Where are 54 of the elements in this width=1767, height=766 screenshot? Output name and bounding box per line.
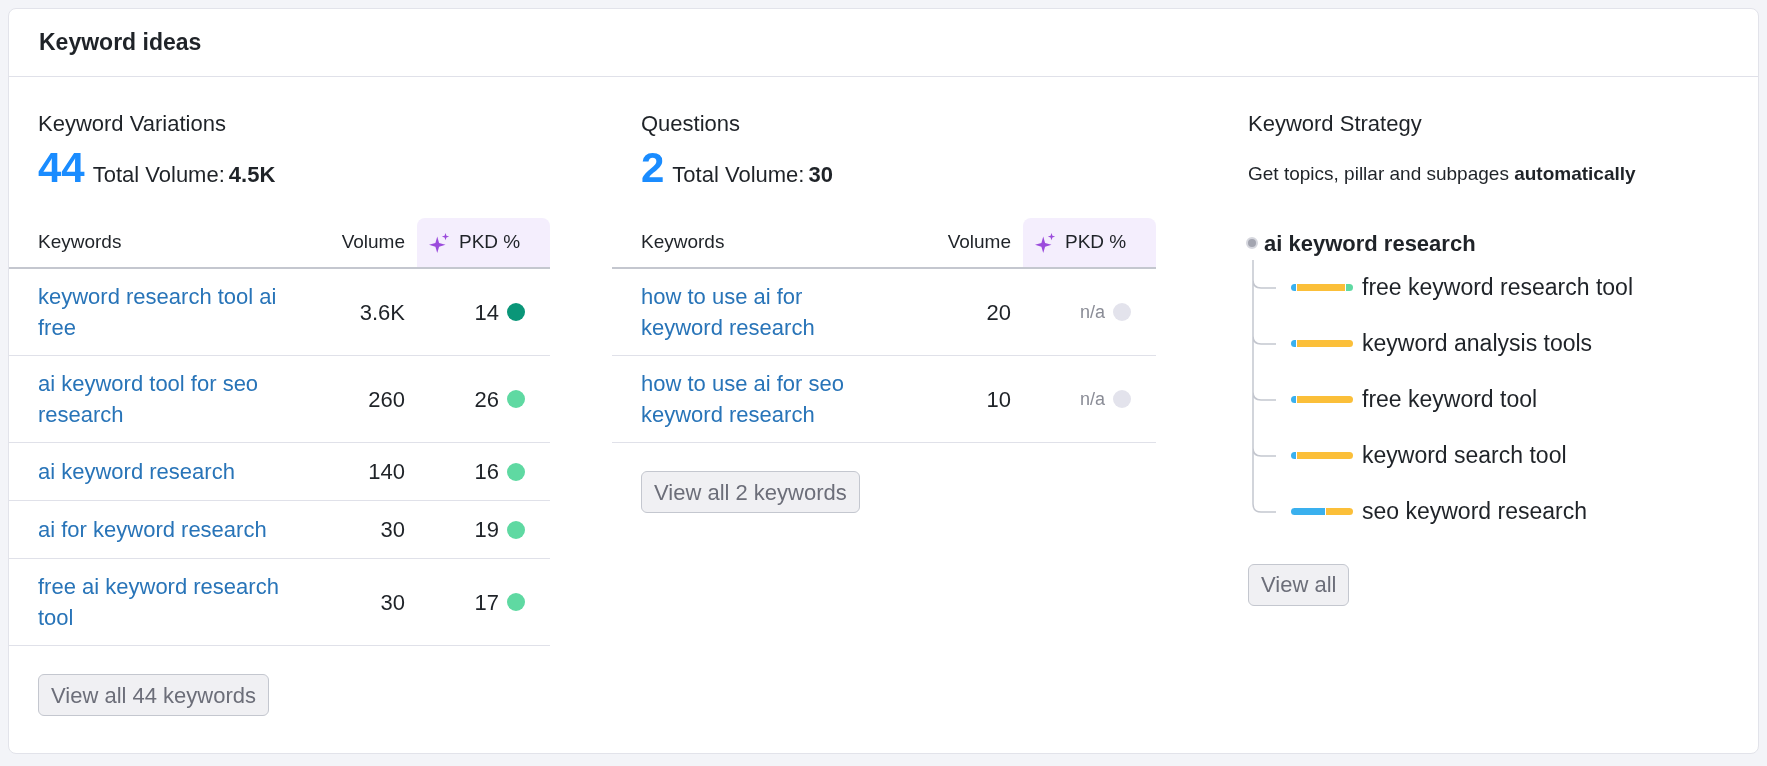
column-header: Keywords <box>37 230 123 255</box>
volume-value: 260 <box>367 385 406 414</box>
total-volume-label: Total Volume: <box>672 161 805 189</box>
section-title: Keyword Variations <box>37 110 227 138</box>
keyword-link[interactable]: ai for keyword research <box>38 514 308 545</box>
card-title: Keyword ideas <box>39 28 202 58</box>
subtopic-label: keyword search tool <box>1362 441 1567 471</box>
keyword-link[interactable]: ai keyword research <box>38 456 308 487</box>
pkd-value: n/a <box>1079 300 1105 324</box>
pkd-value: 26 <box>474 385 499 414</box>
volume-value: 30 <box>379 516 406 544</box>
intent-bar <box>1291 340 1353 347</box>
keyword-link[interactable]: keyword research tool ai free <box>38 281 308 343</box>
subtopic-label: keyword analysis tools <box>1362 329 1593 359</box>
column-header: Keywords <box>640 230 726 255</box>
pkd-value: 16 <box>474 458 499 486</box>
keyword-count: 44 <box>38 144 85 192</box>
keyword-link[interactable]: how to use ai for seo keyword research <box>641 368 856 430</box>
keyword-link[interactable]: free ai keyword research tool <box>38 571 308 633</box>
section-title: Keyword Strategy <box>1248 110 1423 138</box>
subtopic-label: free keyword research tool <box>1362 273 1633 303</box>
view-all-button[interactable]: View all <box>1248 563 1350 606</box>
view-all-button[interactable]: View all 44 keywords <box>38 674 270 716</box>
intent-bar <box>1291 284 1353 291</box>
view-all-button[interactable]: View all 2 keywords <box>641 471 860 513</box>
column-header: Volume <box>340 230 406 255</box>
sparkle-icon <box>429 231 451 254</box>
volume-value: 10 <box>985 385 1012 414</box>
total-volume-value: 4.5K <box>228 161 276 189</box>
pkd-value: n/a <box>1079 387 1105 411</box>
volume-value: 20 <box>985 298 1012 327</box>
pkd-value: 19 <box>474 516 499 544</box>
intent-bar <box>1291 396 1353 403</box>
volume-value: 140 <box>367 458 406 486</box>
tree-root-label: ai keyword research <box>1264 229 1476 258</box>
subtopic-label: free keyword tool <box>1362 385 1538 415</box>
pkd-value: 17 <box>474 588 499 617</box>
keyword-link[interactable]: how to use ai for keyword research <box>641 281 856 343</box>
section-title: Questions <box>640 110 742 138</box>
pkd-value: 14 <box>474 298 499 327</box>
column-header: PKD % <box>1023 218 1156 267</box>
sparkle-icon <box>1035 231 1057 254</box>
volume-value: 3.6K <box>358 298 406 327</box>
keyword-count: 2 <box>641 144 665 192</box>
total-volume-label: Total Volume: <box>92 161 225 189</box>
column-header: PKD % <box>417 218 550 267</box>
intent-bar <box>1291 452 1353 459</box>
column-header: Volume <box>946 230 1012 255</box>
intent-bar <box>1291 508 1353 515</box>
subtopic-label: seo keyword research <box>1362 497 1587 527</box>
volume-value: 30 <box>379 588 406 617</box>
keyword-link[interactable]: ai keyword tool for seo research <box>38 368 308 430</box>
total-volume-value: 30 <box>808 161 833 189</box>
strategy-description: Get topics, pillar and subpages automatically <box>1248 162 1636 186</box>
